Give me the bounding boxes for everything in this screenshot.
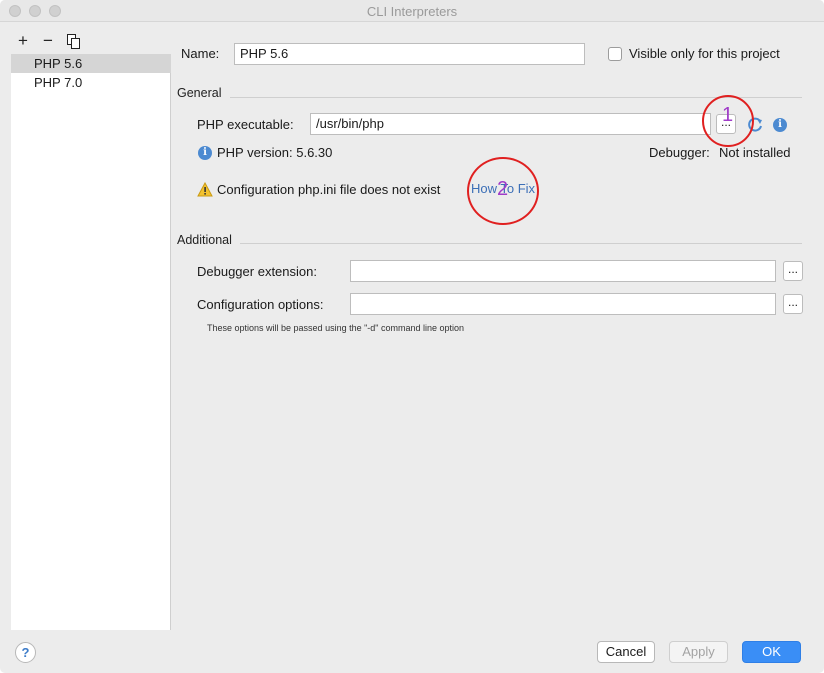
- php-version-text: PHP version: 5.6.30: [217, 145, 333, 160]
- annotation-number-1: 1: [722, 104, 734, 126]
- cancel-button[interactable]: Cancel: [597, 641, 655, 663]
- visible-only-checkbox[interactable]: [608, 47, 622, 61]
- info-icon[interactable]: i: [773, 118, 787, 132]
- configuration-hint: These options will be passed using the "…: [207, 323, 465, 333]
- debugger-extension-input[interactable]: [350, 260, 776, 282]
- additional-separator: [240, 243, 802, 244]
- name-input[interactable]: PHP 5.6: [234, 43, 585, 65]
- browse-configuration-options-button[interactable]: ...: [783, 294, 803, 314]
- name-label: Name:: [181, 46, 220, 61]
- dialog-window: CLI Interpreters + − PHP 5.6 PHP 7.0 Nam…: [0, 0, 824, 673]
- debugger-label: Debugger:: [649, 145, 710, 160]
- annotation-number-2: 2: [497, 178, 509, 200]
- visible-only-label: Visible only for this project: [629, 46, 780, 61]
- list-item-php56[interactable]: PHP 5.6: [11, 54, 171, 73]
- version-info-icon: i: [198, 146, 212, 160]
- ok-button[interactable]: OK: [742, 641, 801, 663]
- title-bar: CLI Interpreters: [0, 0, 824, 22]
- configuration-options-input[interactable]: [350, 293, 776, 315]
- add-icon[interactable]: +: [15, 32, 31, 49]
- debugger-extension-label: Debugger extension:: [197, 264, 317, 279]
- warning-text: Configuration php.ini file does not exis…: [217, 182, 441, 197]
- php-executable-label: PHP executable:: [197, 117, 294, 132]
- additional-section-title: Additional: [177, 233, 232, 247]
- apply-button[interactable]: Apply: [669, 641, 728, 663]
- configuration-options-label: Configuration options:: [197, 297, 324, 312]
- general-section-title: General: [177, 86, 222, 100]
- warning-icon: [197, 182, 213, 197]
- php-executable-input[interactable]: /usr/bin/php: [310, 113, 711, 135]
- help-button[interactable]: ?: [15, 642, 36, 663]
- copy-icon[interactable]: [67, 34, 81, 49]
- window-title: CLI Interpreters: [366, 4, 458, 19]
- debugger-value: Not installed: [719, 145, 791, 160]
- list-item-php70[interactable]: PHP 7.0: [11, 73, 171, 92]
- browse-debugger-extension-button[interactable]: ...: [783, 261, 803, 281]
- interpreter-list: [11, 54, 171, 630]
- remove-icon[interactable]: −: [40, 32, 56, 49]
